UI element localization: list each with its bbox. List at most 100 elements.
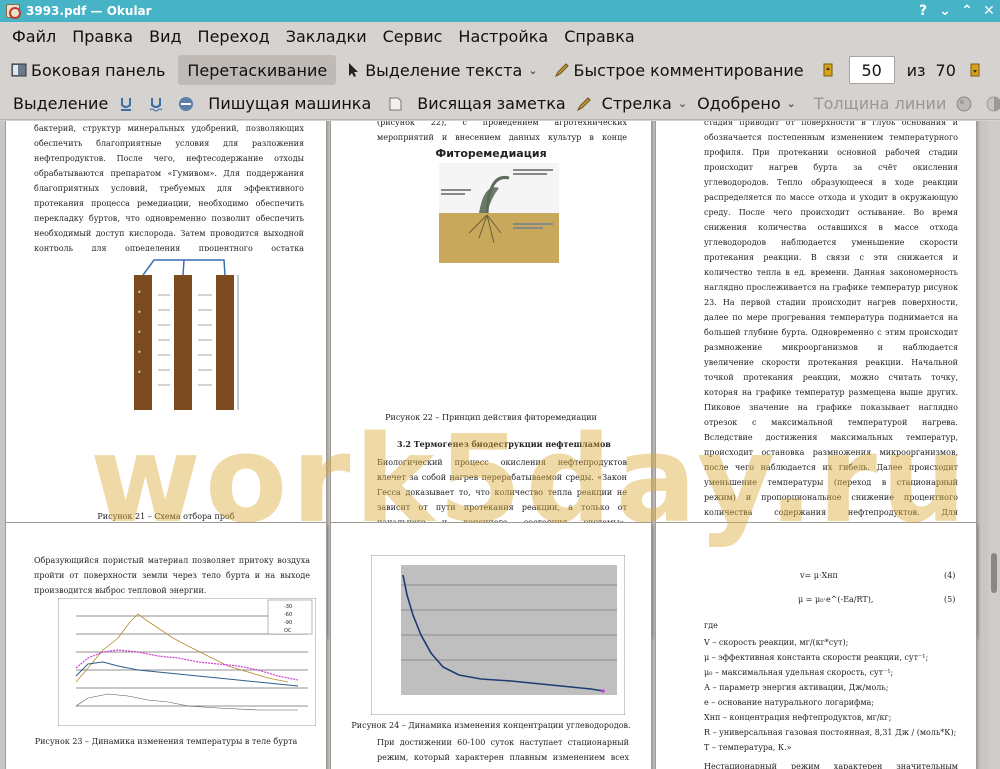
typewriter-tool[interactable]: Пишущая машинка bbox=[203, 89, 376, 119]
definition-item: Xнп – концентрация нефтепродуктов, мг/кг… bbox=[704, 713, 892, 722]
page-54: v= μ·Xнп (4) μ = μ₀·e^(-Ea/RT), (5) где … bbox=[656, 523, 976, 769]
browse-tool-button[interactable]: Перетаскивание bbox=[178, 55, 337, 85]
line-width-control[interactable]: Толщина линии bbox=[809, 89, 952, 119]
sidebar-button[interactable]: Боковая панель bbox=[6, 55, 170, 85]
text-select-label: Выделение текста bbox=[365, 60, 523, 80]
main-toolbar: Боковая панель Перетаскивание Выделение … bbox=[0, 52, 1000, 88]
help-icon[interactable]: ? bbox=[912, 0, 934, 22]
stamp-label: Одобрено bbox=[697, 94, 781, 113]
page-49-text: бактерий, структур минеральных удобрений… bbox=[34, 124, 304, 251]
strikeout-tool[interactable] bbox=[173, 89, 203, 119]
menu-go[interactable]: Переход bbox=[190, 27, 278, 46]
vertical-scrollbar[interactable] bbox=[988, 121, 1000, 769]
minimize-button[interactable]: ⌄ bbox=[934, 0, 956, 22]
underline-tool[interactable] bbox=[113, 89, 143, 119]
page-52-body: Образующийся пористый материал позволяет… bbox=[34, 556, 310, 595]
legend-30: -30 bbox=[284, 604, 292, 610]
legend-90: -90 bbox=[284, 620, 292, 626]
svg-text:•: • bbox=[137, 348, 142, 357]
svg-text:•: • bbox=[137, 308, 142, 317]
sampling-scheme-figure: • • • • • bbox=[134, 259, 239, 410]
chevron-down-icon[interactable]: ⌄ bbox=[528, 64, 537, 77]
page-54-body: Нестационарный режим характерен значител… bbox=[704, 762, 958, 769]
page-total-label: 70 bbox=[935, 60, 956, 80]
hydrocarbon-concentration-chart bbox=[371, 555, 625, 715]
menu-help[interactable]: Справка bbox=[556, 27, 643, 46]
page-52: Образующийся пористый материал позволяет… bbox=[6, 523, 326, 769]
legend-60: -60 bbox=[284, 612, 292, 618]
okular-window: 3993.pdf — Okular ? ⌄ ⌃ ✕ Файл Правка Ви… bbox=[0, 0, 1000, 769]
stamp-tool[interactable]: Одобрено ⌄ bbox=[692, 89, 801, 119]
squiggly-underline-icon bbox=[149, 97, 163, 111]
definition-item: V – скорость реакции, мг/(кг*сут); bbox=[704, 638, 849, 647]
menu-edit[interactable]: Правка bbox=[64, 27, 141, 46]
quick-annotation-button[interactable]: Быстрое комментирование bbox=[549, 55, 809, 85]
figure-23-caption: Рисунок 23 – Динамика изменения температ… bbox=[34, 737, 298, 746]
menu-settings[interactable]: Настройка bbox=[450, 27, 556, 46]
close-button[interactable]: ✕ bbox=[978, 0, 1000, 22]
page-50-top-text: (рисунок 22), с проведением агротехничес… bbox=[377, 121, 627, 142]
menu-view[interactable]: Вид bbox=[141, 27, 189, 46]
definition-item: μ – эффективная константа скорости реакц… bbox=[704, 653, 929, 662]
phyto-figure-title: Фиторемедиация bbox=[435, 147, 547, 160]
definition-item: e – основание натурального логарифма; bbox=[704, 698, 875, 707]
definition-item: μ₀ – максимальная удельная скорость, сут… bbox=[704, 668, 894, 677]
quick-annotation-label: Быстрое комментирование bbox=[573, 60, 804, 80]
figure-21-caption: Рисунок 21 – Схема отбора проб bbox=[97, 512, 235, 521]
pen-icon bbox=[576, 96, 591, 111]
page-number-input[interactable]: 50 bbox=[848, 56, 895, 84]
maximize-button[interactable]: ⌃ bbox=[956, 0, 978, 22]
next-page-icon bbox=[970, 63, 980, 77]
arrow-label: Стрелка bbox=[601, 94, 672, 113]
previous-page-button[interactable] bbox=[817, 55, 843, 85]
opacity-tool[interactable] bbox=[981, 89, 1000, 119]
page-of-label: из bbox=[906, 60, 926, 80]
window-title: 3993.pdf — Okular bbox=[26, 4, 152, 18]
menu-bookmarks[interactable]: Закладки bbox=[278, 27, 375, 46]
next-page-button[interactable] bbox=[964, 55, 990, 85]
formula-4: v= μ·Xнп bbox=[800, 571, 838, 580]
phytoremediation-figure bbox=[439, 163, 559, 263]
formula-5-number: (5) bbox=[944, 595, 956, 604]
menu-bar: Файл Правка Вид Переход Закладки Сервис … bbox=[0, 22, 1000, 50]
strikeout-icon bbox=[179, 96, 194, 111]
menu-file[interactable]: Файл bbox=[4, 27, 64, 46]
chevron-down-icon[interactable]: ⌄ bbox=[678, 97, 687, 110]
popup-note-tool[interactable]: Висящая заметка bbox=[382, 89, 570, 119]
document-viewport[interactable]: бактерий, структур минеральных удобрений… bbox=[0, 121, 988, 769]
color-palette-icon bbox=[956, 96, 972, 111]
title-bar: 3993.pdf — Okular ? ⌄ ⌃ ✕ bbox=[0, 0, 1000, 22]
highlight-tool[interactable]: Выделение bbox=[8, 89, 113, 119]
sidebar-icon bbox=[11, 63, 27, 77]
underline-icon bbox=[121, 97, 132, 111]
annotation-toolbar: Выделение Пишущая машинка Висящая заметк… bbox=[0, 88, 1000, 120]
page-53: Рисунок 24 – Динамика изменения концентр… bbox=[331, 523, 651, 769]
definition-item: T – температура, К.» bbox=[704, 743, 792, 752]
formula-4-number: (4) bbox=[944, 571, 956, 580]
pen-icon bbox=[554, 63, 569, 78]
where-label: где bbox=[704, 621, 718, 630]
squiggly-tool[interactable] bbox=[143, 89, 173, 119]
svg-text:•: • bbox=[137, 368, 142, 377]
section-3-2-heading: 3.2 Термогенез биодеструкции нефтешламов bbox=[397, 439, 611, 449]
menu-tools[interactable]: Сервис bbox=[375, 27, 451, 46]
chevron-down-icon[interactable]: ⌄ bbox=[787, 97, 796, 110]
line-width-label: Толщина линии bbox=[813, 94, 947, 113]
formula-5: μ = μ₀·e^(-Ea/RT), bbox=[798, 595, 874, 604]
okular-app-icon bbox=[6, 4, 21, 19]
opacity-icon bbox=[986, 96, 1000, 111]
legend-os: ОС bbox=[284, 628, 292, 634]
definition-item: А – параметр энергия активации, Дж/моль; bbox=[704, 683, 889, 692]
browse-label: Перетаскивание bbox=[187, 60, 328, 80]
page-53-body: При достижении 60-100 суток наступает ст… bbox=[377, 738, 629, 769]
popup-note-label: Висящая заметка bbox=[417, 94, 566, 113]
text-select-tool-button[interactable]: Выделение текста ⌄ bbox=[340, 55, 542, 85]
figure-22-caption: Рисунок 22 – Принцип действия фиторемеди… bbox=[385, 413, 597, 422]
arrow-tool[interactable]: Стрелка ⌄ bbox=[571, 89, 692, 119]
scrollbar-thumb[interactable] bbox=[991, 553, 997, 593]
temperature-chart: -30 -60 -90 ОС bbox=[58, 598, 316, 726]
sidebar-label: Боковая панель bbox=[31, 60, 166, 80]
previous-page-icon bbox=[823, 63, 833, 77]
definition-item: R – универсальная газовая постоянная, 8,… bbox=[704, 728, 957, 737]
color-tool[interactable] bbox=[951, 89, 981, 119]
